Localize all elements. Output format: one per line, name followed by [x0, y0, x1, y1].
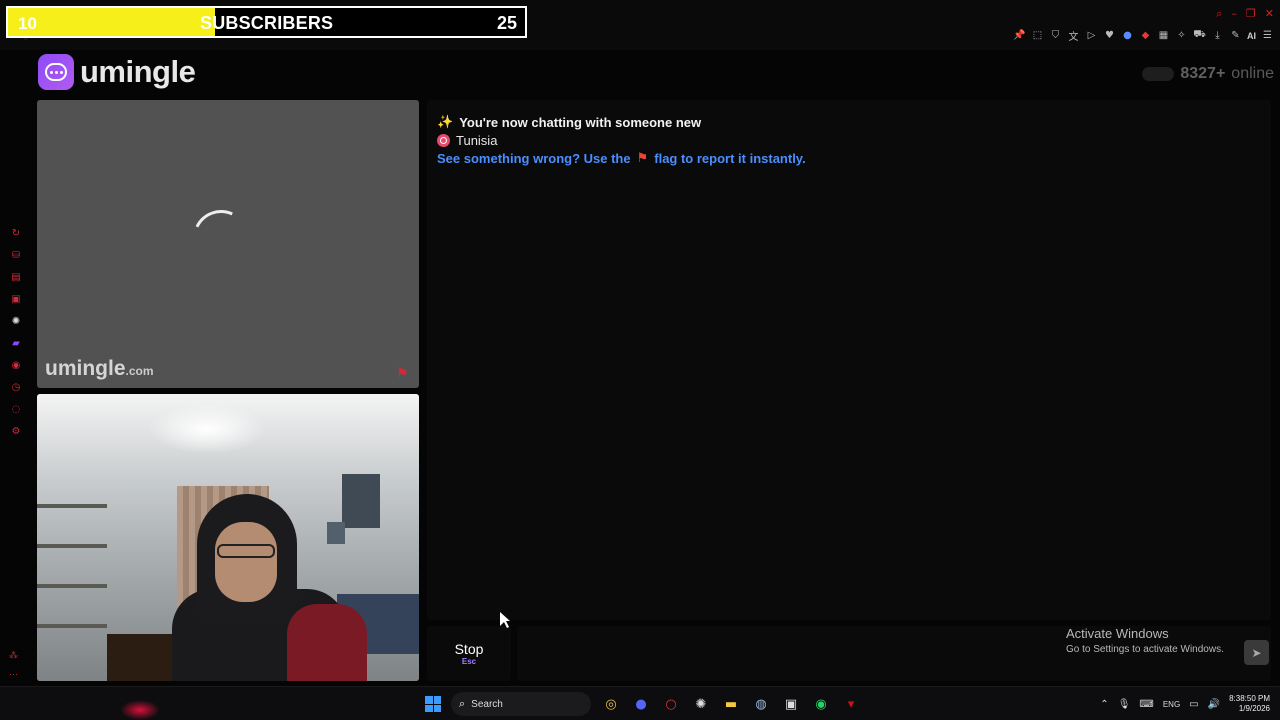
- clock-icon[interactable]: ◷: [9, 380, 23, 394]
- sparkle-icon: ✨: [437, 115, 454, 130]
- chrome-icon[interactable]: ◎: [601, 694, 621, 714]
- app-red-icon[interactable]: ▾: [841, 694, 861, 714]
- online-counter: 8327+ online: [1142, 65, 1274, 83]
- location-icon: [437, 134, 450, 147]
- chevron-up-icon[interactable]: ⌃: [1100, 699, 1108, 710]
- extension-g-icon[interactable]: ●: [1121, 29, 1134, 42]
- send-button[interactable]: ➤: [1244, 640, 1269, 665]
- discord-icon[interactable]: ●: [631, 694, 651, 714]
- subscriber-progress-fill: [8, 8, 215, 36]
- search-icon: ⌕: [459, 697, 466, 710]
- system-message: ✨ You're now chatting with someone new: [437, 115, 702, 130]
- twitch-icon[interactable]: ▰: [9, 336, 23, 350]
- subscriber-goal-count: 25: [496, 13, 517, 33]
- search-icon[interactable]: ⌕: [1216, 7, 1222, 21]
- browser-sidebar: ↻ ⛁ ▤ ▣ ✺ ▰ ◉ ◷ ◌ ⚙: [9, 226, 23, 438]
- online-count: 8327+: [1180, 65, 1226, 82]
- site-logo[interactable]: umingle: [38, 54, 196, 90]
- grid-icon[interactable]: ▦: [1157, 29, 1170, 42]
- system-tray: ⌃ 🎙 ⌨ ENG ▭ 🔊 8:38:50 PM 1/9/2026: [1100, 694, 1270, 714]
- chat-icon[interactable]: ◌: [9, 402, 23, 416]
- openai-icon[interactable]: ✺: [9, 314, 23, 328]
- sidebar-extra-icon[interactable]: ⁂: [9, 650, 18, 661]
- extension-bar: 📌 ⬚ ⛉ 文 ▷ ♥ ● ◆ ▦ ✧ ⛟ ⤓ ✎ AI ☰: [1013, 29, 1274, 43]
- keyboard-icon[interactable]: ⌨: [1139, 699, 1153, 710]
- screenshot-icon[interactable]: ⬚: [1031, 29, 1044, 42]
- translate-icon[interactable]: 文: [1067, 29, 1080, 43]
- menu-icon[interactable]: ☰: [1261, 29, 1274, 42]
- restore-icon[interactable]: ❐: [1246, 7, 1256, 21]
- language-indicator[interactable]: ENG: [1163, 700, 1180, 709]
- report-message: See something wrong? Use the ⚑ flag to r…: [437, 151, 806, 166]
- settings-icon[interactable]: ⚙: [9, 424, 23, 438]
- self-video: [37, 394, 419, 681]
- stranger-video: umingle.com ⚑: [37, 100, 419, 388]
- chart-icon[interactable]: ▤: [9, 270, 23, 284]
- download-icon[interactable]: ⤓: [1211, 29, 1224, 42]
- opera-icon[interactable]: ○: [661, 694, 681, 714]
- edit-icon[interactable]: ✎: [1229, 29, 1242, 42]
- extension-shield-icon[interactable]: ◆: [1139, 29, 1152, 42]
- online-label: online: [1231, 65, 1274, 82]
- volume-icon[interactable]: 🔊: [1208, 699, 1220, 710]
- chatgpt-icon[interactable]: ✺: [691, 694, 711, 714]
- activate-windows-watermark: Activate Windows Go to Settings to activ…: [1066, 626, 1224, 655]
- whatsapp-icon[interactable]: ◉: [811, 694, 831, 714]
- microphone-icon[interactable]: 🎙: [1118, 699, 1131, 710]
- stop-button[interactable]: Stop Esc: [427, 626, 511, 681]
- screen: umingle.com/video ⌕ – ❐ ✕ 📌 ⬚ ⛉ 文 ▷ ♥ ● …: [0, 0, 1280, 720]
- taskbar-apps: ⌕ Search ◎ ● ○ ✺ ▬ ◍ ▣ ◉ ▾: [425, 692, 861, 716]
- start-icon[interactable]: [425, 696, 441, 712]
- chat-bubble-icon: [38, 54, 74, 90]
- play-icon[interactable]: ▷: [1085, 29, 1098, 42]
- taskbar-search[interactable]: ⌕ Search: [451, 692, 591, 716]
- media-icon[interactable]: ▣: [9, 292, 23, 306]
- ai-button[interactable]: AI: [1247, 31, 1256, 41]
- chat-panel: ✨ You're now chatting with someone new T…: [427, 100, 1271, 620]
- loading-spinner: [185, 202, 257, 274]
- video-watermark: umingle.com: [45, 357, 154, 380]
- theme-toggle[interactable]: [1142, 67, 1175, 81]
- refresh-icon[interactable]: ↻: [9, 226, 23, 240]
- shield-icon[interactable]: ⛉: [1049, 29, 1062, 42]
- folder-icon[interactable]: ▬: [721, 694, 741, 714]
- subscriber-start-count: 10: [18, 14, 37, 33]
- report-flag-icon[interactable]: ⚑: [396, 366, 412, 382]
- steam-icon[interactable]: ◍: [751, 694, 771, 714]
- subscriber-label: SUBSCRIBERS: [200, 13, 334, 33]
- extension-bag-icon[interactable]: ⛟: [1193, 29, 1206, 42]
- flag-icon: ⚑: [636, 151, 649, 166]
- puzzle-icon[interactable]: ✧: [1175, 29, 1188, 42]
- window-controls: ⌕ – ❐ ✕: [1216, 7, 1274, 21]
- bag-icon[interactable]: ⛁: [9, 248, 23, 262]
- minimize-icon[interactable]: –: [1231, 7, 1237, 21]
- pin-icon[interactable]: 📌: [1013, 29, 1026, 42]
- subscriber-goal-bar: 10 SUBSCRIBERS 25: [6, 6, 527, 38]
- circle-play-icon[interactable]: ◉: [9, 358, 23, 372]
- stop-shortcut: Esc: [461, 657, 477, 666]
- sidebar-bottom: ⁂ ⋯: [9, 650, 18, 680]
- country-message: Tunisia: [437, 133, 497, 148]
- network-icon[interactable]: ▭: [1189, 699, 1198, 710]
- heart-icon[interactable]: ♥: [1103, 29, 1116, 42]
- logo-text: umingle: [80, 54, 196, 89]
- more-icon[interactable]: ⋯: [9, 669, 18, 680]
- taskbar-clock[interactable]: 8:38:50 PM 1/9/2026: [1229, 694, 1270, 714]
- app-s-icon[interactable]: ▣: [781, 694, 801, 714]
- close-icon[interactable]: ✕: [1265, 7, 1274, 21]
